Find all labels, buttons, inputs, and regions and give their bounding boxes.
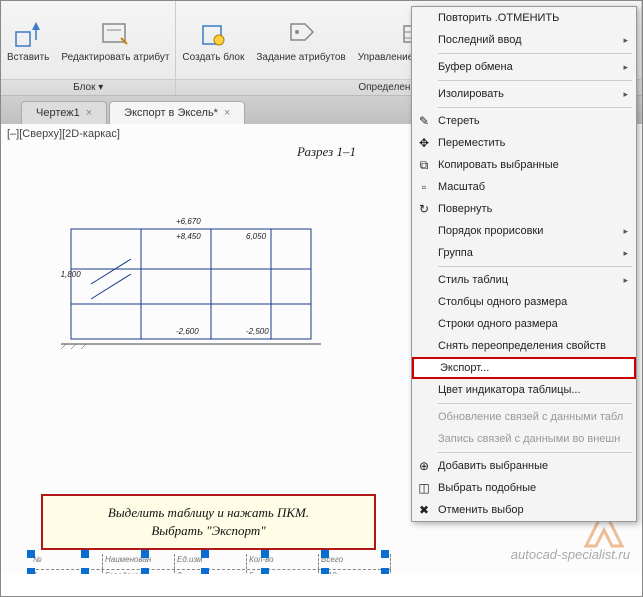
svg-text:-2,600: -2,600 — [176, 327, 199, 336]
ctx-erase[interactable]: ✎Стереть — [412, 110, 636, 132]
ribbon-group-label[interactable]: Блок ▾ — [1, 79, 175, 95]
create-block-icon — [197, 18, 229, 50]
select-similar-icon: ◫ — [416, 480, 432, 496]
copy-icon: ⧉ — [416, 157, 432, 173]
ctx-add-selected[interactable]: ⊕Добавить выбранные — [412, 455, 636, 477]
watermark-text: autocad-specialist.ru — [511, 547, 630, 562]
selected-table[interactable]: №НаименованЕд.измКол-воВсего 1Городская2… — [31, 554, 391, 574]
instruction-callout: Выделить таблицу и нажать ПКМ. Выбрать "… — [41, 494, 376, 550]
ctx-clipboard[interactable]: Буфер обмена — [412, 56, 636, 78]
close-icon[interactable]: × — [86, 107, 92, 119]
svg-text:+6,670: +6,670 — [176, 217, 201, 226]
ctx-last-input[interactable]: Последний ввод — [412, 29, 636, 51]
ctx-copy-selected[interactable]: ⧉Копировать выбранные — [412, 154, 636, 176]
ctx-write-links: Запись связей с данными во внешн — [412, 428, 636, 450]
edit-attr-icon — [99, 18, 131, 50]
ctx-rotate[interactable]: ↻Повернуть — [412, 198, 636, 220]
rotate-icon: ↻ — [416, 201, 432, 217]
ctx-move[interactable]: ✥Переместить — [412, 132, 636, 154]
add-icon: ⊕ — [416, 458, 432, 474]
context-menu: Повторить .ОТМЕНИТЬ Последний ввод Буфер… — [411, 6, 637, 522]
close-icon[interactable]: × — [224, 107, 230, 119]
ctx-indicator-color[interactable]: Цвет индикатора таблицы... — [412, 379, 636, 401]
ctx-remove-overrides[interactable]: Снять переопределения свойств — [412, 335, 636, 357]
edit-attr-button[interactable]: Редактировать атрибут — [55, 1, 175, 79]
ctx-select-similar[interactable]: ◫Выбрать подобные — [412, 477, 636, 499]
ctx-repeat[interactable]: Повторить .ОТМЕНИТЬ — [412, 7, 636, 29]
erase-icon: ✎ — [416, 113, 432, 129]
set-attrs-button[interactable]: Задание атрибутов — [250, 1, 351, 79]
create-block-button[interactable]: Создать блок — [176, 1, 250, 79]
tab-export[interactable]: Экспорт в Эксель*× — [109, 101, 245, 124]
ctx-update-links: Обновление связей с данными табл — [412, 406, 636, 428]
move-icon: ✥ — [416, 135, 432, 151]
building-section: +1,800 +6,670 +8,450 -2,600 -2,500 6,050 — [61, 169, 321, 349]
svg-text:+8,450: +8,450 — [176, 232, 201, 241]
insert-icon — [12, 18, 44, 50]
tag-icon — [285, 18, 317, 50]
tab-drawing1[interactable]: Чертеж1× — [21, 101, 107, 124]
ctx-rows-equal[interactable]: Строки одного размера — [412, 313, 636, 335]
ctx-deselect[interactable]: ✖Отменить выбор — [412, 499, 636, 521]
ctx-scale[interactable]: ▫Масштаб — [412, 176, 636, 198]
scale-icon: ▫ — [416, 179, 432, 195]
ctx-draw-order[interactable]: Порядок прорисовки — [412, 220, 636, 242]
svg-text:+1,800: +1,800 — [61, 270, 81, 279]
ctx-isolate[interactable]: Изолировать — [412, 83, 636, 105]
ctx-export[interactable]: Экспорт... — [412, 357, 636, 379]
ctx-cols-equal[interactable]: Столбцы одного размера — [412, 291, 636, 313]
insert-button[interactable]: Вставить — [1, 1, 55, 79]
svg-text:-2,500: -2,500 — [246, 327, 269, 336]
deselect-icon: ✖ — [416, 502, 432, 518]
svg-text:6,050: 6,050 — [246, 232, 267, 241]
ctx-group[interactable]: Группа — [412, 242, 636, 264]
ctx-table-style[interactable]: Стиль таблиц — [412, 269, 636, 291]
